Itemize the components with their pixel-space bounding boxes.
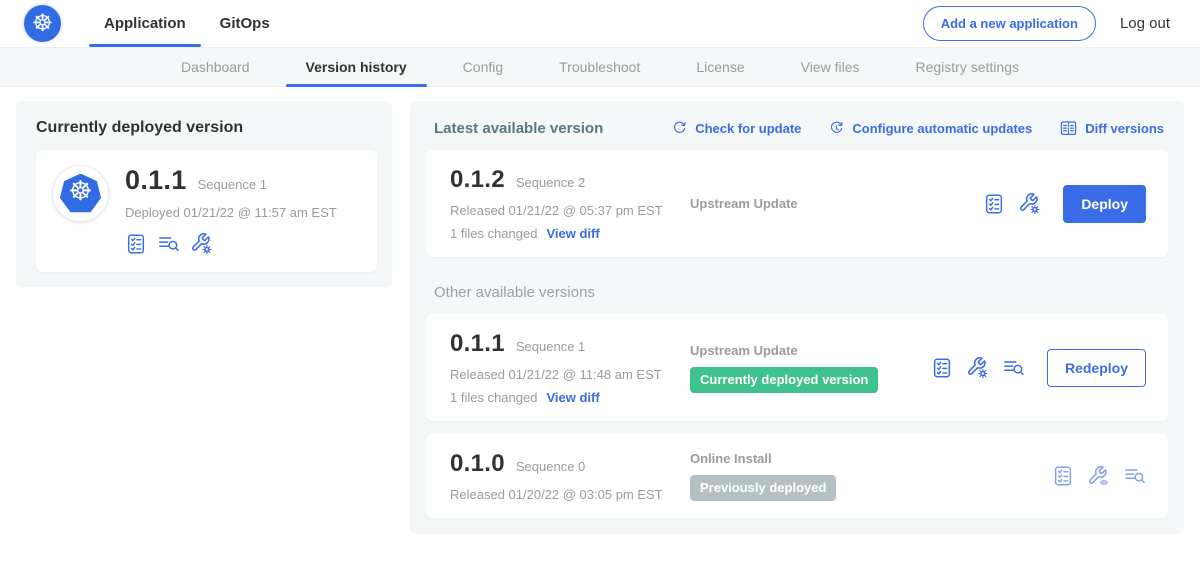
tab-gitops-label: GitOps [220, 15, 270, 32]
preflight-checklist-icon[interactable] [983, 193, 1005, 215]
version-number: 0.1.0 [450, 450, 505, 478]
diff-icon [1059, 119, 1078, 137]
version-number: 0.1.2 [450, 166, 505, 194]
logs-icon[interactable] [1123, 465, 1146, 487]
sequence-label: Sequence 2 [516, 175, 585, 190]
version-card-0-1-2: 0.1.2 Sequence 2 Released 01/21/22 @ 05:… [426, 150, 1168, 257]
view-diff-link[interactable]: View diff [546, 226, 599, 241]
currently-deployed-panel: Currently deployed version ☸ 0.1.1 Seque… [16, 101, 392, 287]
preflight-checklist-icon[interactable] [125, 233, 147, 255]
clock-refresh-icon [828, 120, 845, 137]
files-changed-label: 1 files changed [450, 226, 537, 241]
deployed-sequence-label: Sequence 1 [198, 177, 267, 192]
subnav-license[interactable]: License [668, 48, 772, 86]
deploy-button[interactable]: Deploy [1063, 185, 1146, 223]
previously-deployed-badge: Previously deployed [690, 475, 836, 501]
header-tabs: Application GitOps [87, 0, 287, 47]
other-available-versions-title: Other available versions [434, 284, 1168, 301]
kubernetes-wheel-icon: ☸ [32, 11, 54, 35]
released-timestamp: Released 01/21/22 @ 05:37 pm EST [450, 203, 690, 218]
deployed-version-info: 0.1.1 Sequence 1 Deployed 01/21/22 @ 11:… [125, 165, 337, 255]
latest-available-header: Latest available version Check for updat… [426, 116, 1168, 137]
logs-icon[interactable] [1002, 357, 1025, 379]
available-versions-panel: Latest available version Check for updat… [410, 101, 1184, 534]
latest-available-title: Latest available version [434, 120, 603, 137]
config-wrench-eye-icon[interactable] [1087, 465, 1110, 488]
logs-icon[interactable] [157, 233, 180, 255]
kubernetes-logo: ☸ [24, 5, 61, 42]
subnav-registry-settings[interactable]: Registry settings [888, 48, 1047, 86]
released-timestamp: Released 01/20/22 @ 03:05 pm EST [450, 487, 690, 502]
version-card-0-1-0: 0.1.0 Sequence 0 Released 01/20/22 @ 03:… [426, 434, 1168, 518]
version-source-label: Upstream Update [690, 343, 931, 358]
check-for-update-link[interactable]: Check for update [671, 120, 801, 137]
version-actions: Check for update Configure automatic upd… [671, 119, 1164, 137]
deployed-timestamp: Deployed 01/21/22 @ 11:57 am EST [125, 205, 337, 220]
tab-application[interactable]: Application [87, 0, 203, 47]
subnav-dashboard[interactable]: Dashboard [153, 48, 278, 86]
version-number: 0.1.1 [450, 330, 505, 358]
app-logo-ring: ☸ [52, 165, 109, 222]
released-timestamp: Released 01/21/22 @ 11:48 am EST [450, 367, 690, 382]
add-application-button[interactable]: Add a new application [923, 6, 1096, 41]
config-wrench-gear-icon[interactable] [966, 356, 989, 379]
config-wrench-gear-icon[interactable] [1018, 192, 1041, 215]
header-right: Add a new application Log out [923, 6, 1170, 41]
kubernetes-app-icon: ☸ [60, 174, 102, 214]
deployed-version-number: 0.1.1 [125, 165, 187, 196]
refresh-icon [671, 120, 688, 137]
deployed-version-card: ☸ 0.1.1 Sequence 1 Deployed 01/21/22 @ 1… [36, 150, 377, 272]
config-wrench-gear-icon[interactable] [190, 232, 213, 255]
tab-gitops[interactable]: GitOps [203, 0, 287, 47]
subnav-view-files[interactable]: View files [773, 48, 888, 86]
view-diff-link[interactable]: View diff [546, 390, 599, 405]
subnav-config[interactable]: Config [435, 48, 531, 86]
currently-deployed-badge: Currently deployed version [690, 367, 878, 393]
version-card-0-1-1: 0.1.1 Sequence 1 Released 01/21/22 @ 11:… [426, 314, 1168, 421]
diff-versions-link[interactable]: Diff versions [1059, 119, 1164, 137]
preflight-checklist-icon[interactable] [931, 357, 953, 379]
app-subnav: Dashboard Version history Config Trouble… [0, 47, 1200, 87]
files-changed-label: 1 files changed [450, 390, 537, 405]
redeploy-button[interactable]: Redeploy [1047, 349, 1146, 387]
tab-application-label: Application [104, 15, 186, 32]
version-source-label: Upstream Update [690, 196, 983, 211]
sequence-label: Sequence 0 [516, 459, 585, 474]
deployed-icon-row [125, 232, 337, 255]
top-header: ☸ Application GitOps Add a new applicati… [0, 0, 1200, 47]
logout-button[interactable]: Log out [1120, 15, 1170, 32]
sequence-label: Sequence 1 [516, 339, 585, 354]
main-content: Currently deployed version ☸ 0.1.1 Seque… [0, 87, 1200, 534]
preflight-checklist-icon[interactable] [1052, 465, 1074, 487]
currently-deployed-title: Currently deployed version [36, 119, 377, 137]
subnav-troubleshoot[interactable]: Troubleshoot [531, 48, 668, 86]
configure-automatic-updates-link[interactable]: Configure automatic updates [828, 120, 1032, 137]
version-source-label: Online Install [690, 451, 1052, 466]
subnav-version-history[interactable]: Version history [278, 48, 435, 86]
